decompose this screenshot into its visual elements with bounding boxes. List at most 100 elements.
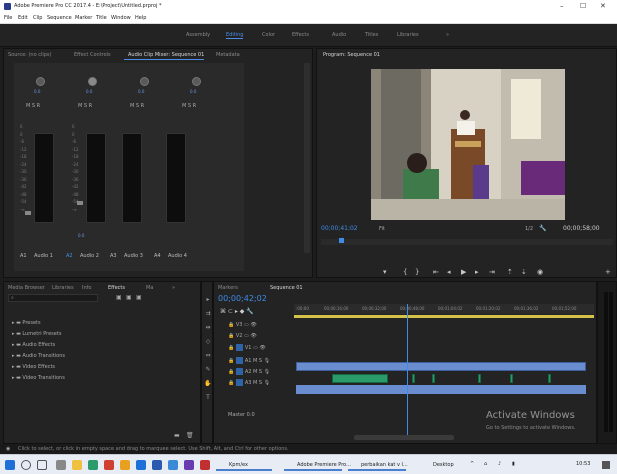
program-playhead[interactable]: [339, 238, 344, 243]
mark-in-icon[interactable]: {: [403, 268, 407, 276]
marker-icon[interactable]: ▾: [383, 268, 387, 276]
menu-clip[interactable]: Clip: [33, 15, 42, 21]
workspace-titles[interactable]: Titles: [365, 32, 378, 38]
video-clip[interactable]: [296, 362, 586, 371]
audio-clip[interactable]: [548, 374, 551, 383]
go-to-in-icon[interactable]: ⇤: [433, 268, 439, 276]
new-bin-icon[interactable]: ▬: [174, 432, 180, 439]
delete-icon[interactable]: 🗑: [186, 432, 194, 439]
menu-title[interactable]: Title: [96, 15, 107, 21]
chevron-up-icon[interactable]: ^: [470, 461, 474, 467]
workspace-editing[interactable]: Editing: [226, 32, 244, 39]
tab-libraries[interactable]: Libraries: [52, 285, 74, 291]
search-icon[interactable]: [21, 460, 31, 470]
pen-tool-icon[interactable]: ✎: [204, 366, 212, 374]
effects-folder-video-transitions[interactable]: ▸ ▬ Video Transitions: [12, 375, 65, 381]
effects-search-input[interactable]: ⌕: [8, 294, 98, 302]
pan-knob[interactable]: [140, 77, 149, 86]
settings-wrench-icon[interactable]: 🔧: [539, 225, 546, 232]
slip-tool-icon[interactable]: ⇔: [204, 352, 212, 360]
lift-icon[interactable]: ⇡: [507, 268, 513, 276]
timeline-playhead[interactable]: [407, 304, 408, 437]
menu-file[interactable]: File: [4, 15, 12, 21]
tab-overflow[interactable]: »: [172, 285, 175, 291]
maximize-button[interactable]: ☐: [580, 2, 586, 10]
workspace-libraries[interactable]: Libraries: [397, 32, 419, 38]
export-frame-icon[interactable]: ◉: [537, 268, 543, 276]
audio-clip[interactable]: [478, 374, 481, 383]
taskbar-app-icon[interactable]: [120, 460, 130, 470]
menu-sequence[interactable]: Sequence: [47, 15, 72, 21]
taskbar-task[interactable]: Adobe Premiere Pro...: [284, 459, 351, 471]
network-icon[interactable]: ⌂: [484, 461, 487, 467]
tab-effects[interactable]: Effects: [108, 285, 125, 291]
pan-knob[interactable]: [192, 77, 201, 86]
extract-icon[interactable]: ⇣: [521, 268, 527, 276]
minimize-button[interactable]: –: [560, 2, 564, 10]
channel-buttons[interactable]: M S R: [182, 103, 196, 109]
track-header-a1[interactable]: 🔒 A1 M S 🎙: [228, 357, 292, 366]
menu-help[interactable]: Help: [135, 15, 146, 21]
program-playhead-timecode[interactable]: 00;00;41;02: [321, 225, 358, 232]
menu-window[interactable]: Window: [111, 15, 131, 21]
taskbar-app-icon[interactable]: [136, 460, 146, 470]
timeline-ruler[interactable]: :00;00 00;00;16;00 00;00;32;00 00;00;48;…: [294, 304, 594, 314]
step-forward-icon[interactable]: ▸: [475, 268, 479, 276]
snap-icon[interactable]: ⌘ ⊂ ▸ ◆ 🔧: [220, 308, 254, 315]
taskbar-app-icon[interactable]: [200, 460, 210, 470]
tab-effect-controls[interactable]: Effect Controls: [74, 52, 111, 58]
close-button[interactable]: ✕: [600, 2, 606, 10]
pan-knob[interactable]: [88, 77, 97, 86]
tab-media-browser[interactable]: Media Browser: [8, 285, 45, 291]
channel-buttons[interactable]: M S R: [26, 103, 40, 109]
channel-buttons[interactable]: M S R: [78, 103, 92, 109]
taskbar-task[interactable]: Kpm/ex: [216, 459, 272, 471]
pan-knob[interactable]: [36, 77, 45, 86]
track-header-a2[interactable]: 🔒 A2 M S 🎙: [228, 368, 292, 377]
source-patch[interactable]: [235, 379, 243, 386]
track-header-a3[interactable]: 🔒 A3 M S 🎙: [228, 379, 292, 388]
menu-marker[interactable]: Marker: [75, 15, 92, 21]
windows-start-icon[interactable]: [5, 460, 15, 470]
tab-info[interactable]: Info: [82, 285, 91, 291]
taskbar-task[interactable]: perbaikan kat v l...: [348, 459, 408, 471]
tab-program[interactable]: Program: Sequence 01: [323, 52, 380, 58]
workspace-color[interactable]: Color: [262, 32, 275, 38]
timeline-timecode[interactable]: 00;00;42;02: [218, 294, 267, 303]
hand-tool-icon[interactable]: ✋: [204, 380, 212, 388]
timeline-zoom-scrollbar[interactable]: [354, 435, 454, 440]
taskbar-task[interactable]: Desktop: [420, 459, 462, 471]
effects-folder-video-effects[interactable]: ▸ ▬ Video Effects: [12, 364, 55, 370]
tab-source[interactable]: Source: (no clips): [8, 52, 51, 58]
effects-folder-lumetri[interactable]: ▸ ▬ Lumetri Presets: [12, 331, 61, 337]
volume-fader[interactable]: [77, 201, 83, 205]
menu-edit[interactable]: Edit: [18, 15, 28, 21]
source-patch[interactable]: [235, 344, 243, 351]
source-patch[interactable]: [235, 357, 243, 364]
program-timeline-ruler[interactable]: [321, 239, 613, 245]
effects-folder-presets[interactable]: ▸ ▬ Presets: [12, 320, 41, 326]
workspace-effects[interactable]: Effects: [292, 32, 309, 38]
effects-folder-audio-transitions[interactable]: ▸ ▬ Audio Transitions: [12, 353, 65, 359]
volume-icon[interactable]: ♪: [498, 461, 501, 467]
workspace-assembly[interactable]: Assembly: [186, 32, 210, 38]
type-tool-icon[interactable]: T: [204, 394, 212, 402]
audio-clip[interactable]: [432, 374, 435, 383]
source-patch[interactable]: [235, 368, 243, 375]
workspace-audio[interactable]: Audio: [332, 32, 346, 38]
mixer-scrollbar[interactable]: [304, 63, 310, 253]
taskbar-clock[interactable]: 10:53: [576, 461, 590, 467]
audio-clip[interactable]: [332, 374, 388, 383]
taskbar-app-icon[interactable]: [152, 460, 162, 470]
step-back-icon[interactable]: ◂: [447, 268, 451, 276]
tab-audio-clip-mixer[interactable]: Audio Clip Mixer: Sequence 01: [128, 52, 204, 58]
tab-markers[interactable]: Markers: [218, 285, 238, 291]
notification-icon[interactable]: [602, 461, 610, 469]
track-header-v2[interactable]: 🔒 V2 ▭ 👁: [228, 333, 292, 342]
taskbar-app-icon[interactable]: [104, 460, 114, 470]
effects-folder-audio-effects[interactable]: ▸ ▬ Audio Effects: [12, 342, 55, 348]
volume-fader[interactable]: [25, 211, 31, 215]
tab-markers[interactable]: Ma: [146, 285, 153, 291]
taskbar-app-icon[interactable]: [184, 460, 194, 470]
taskbar-app-icon[interactable]: [88, 460, 98, 470]
